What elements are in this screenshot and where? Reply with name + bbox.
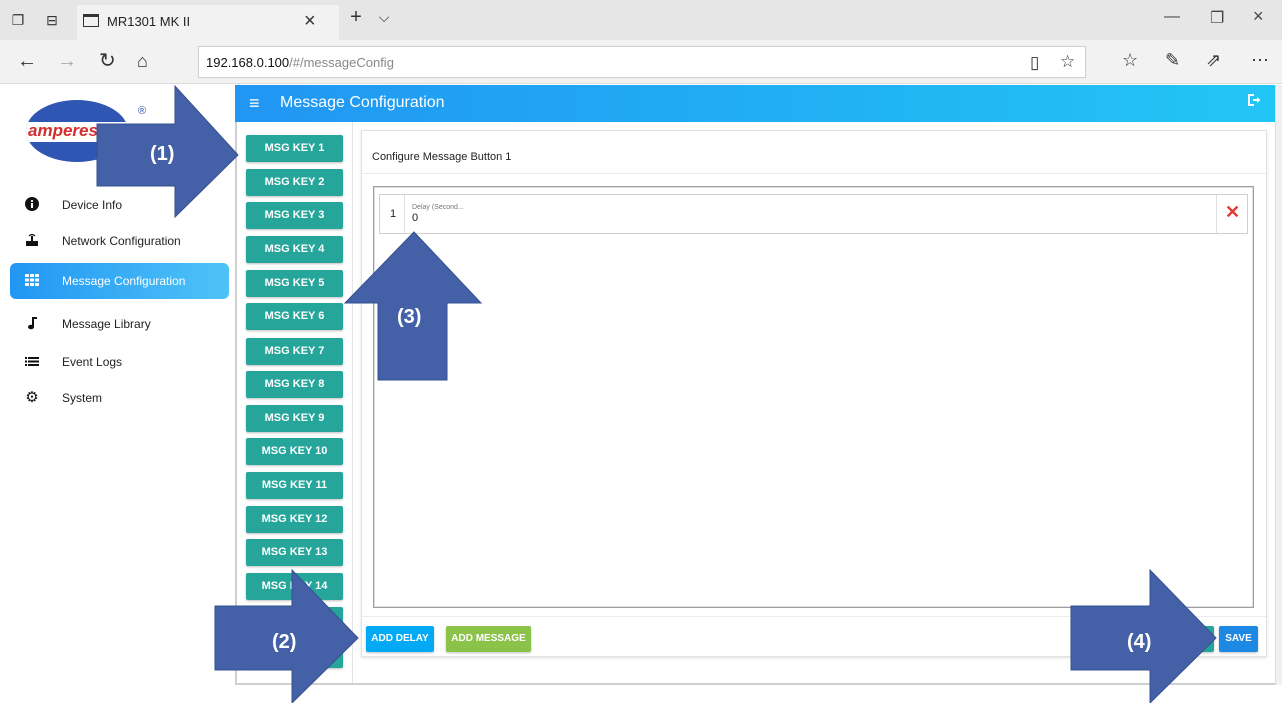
tab-preview-icon[interactable]: ⊟ [42,10,62,30]
annotation-label-1: (1) [150,143,175,165]
delay-field-label: Delay (Second... [412,204,464,211]
sequence-list: 1 Delay (Second... 0 ✕ [373,186,1254,608]
more-icon[interactable]: ⋯ [1251,50,1269,71]
msg-key-8-button[interactable]: MSG KEY 8 [246,371,343,398]
sidebar-item-label: Message Configuration [62,274,186,288]
annotation-label-2: (2) [272,631,297,653]
page-title: Message Configuration [280,94,445,111]
content-frame-left [235,122,237,685]
sidebar-item-device-info[interactable]: Device Info [10,187,229,223]
reading-view-icon[interactable]: ▯ [1030,53,1039,73]
save-button[interactable]: SAVE [1219,626,1258,652]
msg-key-6-button[interactable]: MSG KEY 6 [246,303,343,330]
sidebar: amperes ® Device Info Network Configurat… [0,85,235,703]
tab-close-icon[interactable]: × [304,10,316,33]
msg-key-5-button[interactable]: MSG KEY 5 [246,270,343,297]
sidebar-item-network-configuration[interactable]: Network Configuration [10,223,229,259]
msg-key-14-button[interactable]: MSG KEY 14 [246,573,343,600]
address-url: 192.168.0.100/#/messageConfig [206,55,394,70]
tab-actions-icon[interactable]: ❐ [8,10,28,30]
sequence-row: 1 Delay (Second... 0 ✕ [379,194,1248,234]
sidebar-item-label: Device Info [62,198,123,212]
forward-icon[interactable]: → [57,50,77,72]
home-icon[interactable]: ⌂ [137,50,148,72]
plus-icon[interactable]: + [346,7,366,27]
browser-nav-bar: ← → ↻ ⌂ 192.168.0.100/#/messageConfig ▯ … [0,40,1282,84]
divider [362,173,1266,174]
sidebar-item-message-library[interactable]: Message Library [10,306,229,342]
delay-input[interactable]: 0 [412,212,418,224]
msg-key-10-button[interactable]: MSG KEY 10 [246,438,343,465]
sidebar-item-label: Event Logs [62,355,123,369]
annotation-label-4: (4) [1127,631,1152,653]
back-icon[interactable]: ← [17,50,37,72]
page-icon [83,14,99,27]
sidebar-item-event-logs[interactable]: Event Logs [10,344,229,380]
sidebar-item-label: System [62,391,103,405]
sidebar-item-label: Network Configuration [62,234,181,248]
share-icon[interactable]: ⇗ [1206,50,1221,71]
content-frame-bottom [235,683,1275,685]
browser-tab-bar: ❐ ⊟ MR1301 MK II × + ⌵ — ❐ × [0,0,1282,40]
logout-icon[interactable] [1247,93,1261,112]
refresh-icon[interactable]: ↻ [99,50,116,72]
config-card: Configure Message Button 1 1 Delay (Seco… [361,130,1267,657]
minimize-icon[interactable]: — [1164,8,1180,26]
msg-key-7-button[interactable]: MSG KEY 7 [246,338,343,365]
msg-key-11-button[interactable]: MSG KEY 11 [246,472,343,499]
music-note-icon [24,316,40,332]
address-bar[interactable]: 192.168.0.100/#/messageConfig [198,46,1086,78]
add-message-button[interactable]: ADD MESSAGE [446,626,531,652]
registered-mark: ® [138,105,147,117]
add-delay-button[interactable]: ADD DELAY [366,626,434,652]
msg-key-1-button[interactable]: MSG KEY 1 [246,135,343,162]
info-icon [24,197,40,213]
close-icon[interactable]: × [1253,6,1264,27]
amperes-logo: amperes [26,100,128,162]
restore-icon[interactable]: ❐ [1210,8,1224,28]
browser-tab[interactable]: MR1301 MK II × [77,5,339,40]
list-icon [24,354,40,370]
msg-key-13-button[interactable]: MSG KEY 13 [246,539,343,566]
msg-key-15-button[interactable] [246,607,343,634]
row-index: 1 [390,208,397,220]
sidebar-item-label: Message Library [62,317,151,331]
delete-row-icon[interactable]: ✕ [1225,202,1240,223]
app-header: ≡ Message Configuration [235,85,1275,122]
grid-icon [24,273,40,289]
chevron-down-icon[interactable]: ⌵ [374,7,394,27]
router-icon [24,233,40,249]
msg-key-2-button[interactable]: MSG KEY 2 [246,169,343,196]
pen-icon[interactable]: ✎ [1165,50,1180,71]
divider [362,616,1266,617]
gear-icon: ⚙ [25,389,39,406]
config-title: Configure Message Button 1 [372,151,512,163]
annotation-label-3: (3) [397,306,422,328]
favorites-hub-icon[interactable]: ☆ [1122,50,1138,71]
partially-hidden-button[interactable] [1200,626,1214,652]
hamburger-menu-icon[interactable]: ≡ [249,93,260,114]
msg-key-9-button[interactable]: MSG KEY 9 [246,405,343,432]
sidebar-item-system[interactable]: ⚙ System [10,380,229,416]
msg-key-3-button[interactable]: MSG KEY 3 [246,202,343,229]
tab-title: MR1301 MK II [107,14,191,29]
sidebar-item-message-configuration[interactable]: Message Configuration [10,263,229,299]
page-scrollbar[interactable] [1275,85,1282,685]
msg-key-12-button[interactable]: MSG KEY 12 [246,506,343,533]
favorite-star-icon[interactable]: ☆ [1060,52,1075,72]
msg-key-4-button[interactable]: MSG KEY 4 [246,236,343,263]
keys-divider [352,122,353,683]
